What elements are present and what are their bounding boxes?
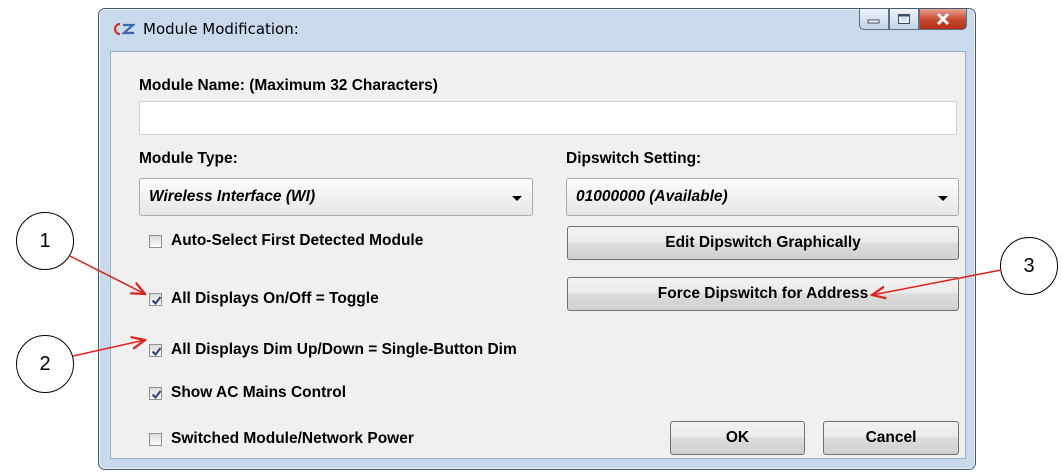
app-logo-icon — [113, 22, 135, 36]
checkbox-label: All Displays On/Off = Toggle — [171, 290, 379, 307]
checkbox-label: Switched Module/Network Power — [171, 430, 414, 447]
callout-3: 3 — [1000, 237, 1058, 295]
minimize-icon — [867, 19, 880, 24]
displays-dim-checkbox[interactable] — [149, 343, 162, 357]
force-dipswitch-button[interactable]: Force Dipswitch for Address — [567, 277, 959, 311]
module-modification-window: Module Modification: Module Name: (Maxim… — [98, 8, 976, 470]
chevron-down-icon — [512, 196, 522, 201]
module-type-label: Module Type: — [139, 150, 238, 167]
ok-button[interactable]: OK — [670, 421, 805, 455]
ac-mains-checkbox-row[interactable]: Show AC Mains Control — [149, 382, 346, 404]
check-mark-icon — [151, 346, 162, 356]
checkbox-label: Auto-Select First Detected Module — [171, 232, 424, 249]
check-mark-icon — [151, 295, 162, 305]
dialog-content: Module Name: (Maximum 32 Characters) Mod… — [110, 51, 966, 459]
window-title: Module Modification: — [143, 20, 299, 38]
minimize-button[interactable] — [859, 9, 889, 30]
dipswitch-setting-label: Dipswitch Setting: — [566, 150, 702, 167]
switched-power-checkbox-row[interactable]: Switched Module/Network Power — [149, 428, 414, 450]
auto-select-checkbox[interactable] — [149, 234, 162, 248]
caption-buttons — [859, 9, 967, 31]
auto-select-checkbox-row[interactable]: Auto-Select First Detected Module — [149, 230, 423, 252]
displays-toggle-checkbox[interactable] — [149, 292, 162, 306]
module-name-input[interactable] — [139, 101, 957, 135]
module-name-label: Module Name: (Maximum 32 Characters) — [139, 77, 438, 94]
check-mark-icon — [151, 389, 162, 399]
checkbox-label: Show AC Mains Control — [171, 384, 347, 401]
callout-1: 1 — [16, 212, 74, 270]
close-button[interactable] — [919, 9, 967, 30]
callout-2: 2 — [16, 335, 74, 393]
edit-dipswitch-button[interactable]: Edit Dipswitch Graphically — [567, 226, 959, 260]
chevron-down-icon — [938, 196, 948, 201]
close-icon — [936, 12, 950, 26]
title-bar[interactable]: Module Modification: — [99, 9, 975, 49]
displays-dim-checkbox-row[interactable]: All Displays Dim Up/Down = Single-Button… — [149, 339, 517, 361]
cancel-button[interactable]: Cancel — [823, 421, 959, 455]
dipswitch-setting-select[interactable]: 01000000 (Available) — [566, 178, 959, 216]
module-type-select[interactable]: Wireless Interface (WI) — [139, 178, 533, 216]
dipswitch-setting-value: 01000000 (Available) — [576, 188, 728, 205]
maximize-icon — [898, 14, 910, 24]
ac-mains-checkbox[interactable] — [149, 386, 162, 400]
displays-toggle-checkbox-row[interactable]: All Displays On/Off = Toggle — [149, 288, 379, 310]
switched-power-checkbox[interactable] — [149, 432, 162, 446]
maximize-button[interactable] — [889, 9, 919, 30]
checkbox-label: All Displays Dim Up/Down = Single-Button… — [171, 341, 517, 358]
module-type-value: Wireless Interface (WI) — [149, 188, 316, 205]
